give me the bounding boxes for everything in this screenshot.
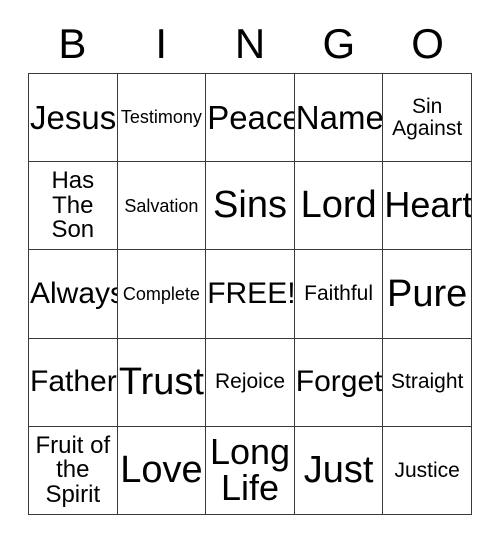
bingo-cell[interactable]: Straight [383,338,472,427]
bingo-cell[interactable]: Testimony [117,74,207,163]
bingo-cell-label: Forget [295,364,383,398]
bingo-cell-label: Justice [394,458,460,482]
bingo-cell-label: Faithful [304,282,374,306]
bingo-cell-label: Rejoice [214,370,286,394]
bingo-cell[interactable]: Fruit of the Spirit [29,426,118,515]
bingo-cell-label: Jesus [30,98,117,136]
bingo-cell[interactable]: Justice [383,426,472,515]
bingo-cell-label: Pure [387,272,468,315]
bingo-cell-label: Salvation [124,195,199,216]
bingo-cell-label: Always [30,276,118,310]
header-letter-b: B [58,19,87,67]
bingo-cell[interactable]: Peace [206,74,295,163]
bingo-cell[interactable]: Lord [294,162,384,251]
bingo-cell-label: Has The Son [51,167,95,244]
bingo-cell[interactable]: Heart [383,162,472,251]
bingo-cell[interactable]: Just [294,426,384,515]
bingo-cell[interactable]: Always [29,250,118,339]
bingo-cell-free[interactable]: FREE! [206,250,295,339]
bingo-cell[interactable]: Father [29,338,118,427]
bingo-cell[interactable]: Name [294,74,384,163]
header-letter-o: O [411,19,444,67]
bingo-cell[interactable]: Jesus [29,74,118,163]
bingo-cell-label: Sin Against [392,95,463,140]
bingo-cell-label: Trust [118,360,204,403]
bingo-cell[interactable]: Pure [383,250,472,339]
bingo-cell-label: Complete [122,283,200,304]
bingo-cell-label: Love [120,449,203,492]
bingo-cell-label: Straight [391,370,464,394]
bingo-cell[interactable]: Sins [206,162,295,251]
bingo-cell[interactable]: Long Life [206,426,295,515]
bingo-cell[interactable]: Love [117,426,207,515]
header-letter-i: I [155,19,168,67]
bingo-cell[interactable]: Forget [294,338,384,427]
bingo-cell-label: Heart [384,184,472,226]
bingo-cell-label: Father [30,364,117,398]
bingo-grid: Jesus Testimony Peace Name Sin Against H… [28,73,472,515]
bingo-cell-label: Testimony [120,107,202,128]
bingo-cell-label: Peace [207,98,295,136]
bingo-cell[interactable]: Sin Against [383,74,472,163]
bingo-cell-label: Name [295,98,384,136]
bingo-cell-label: Sins [213,184,287,227]
bingo-cell[interactable]: Has The Son [29,162,118,251]
bingo-cell[interactable]: Complete [117,250,207,339]
bingo-header: B I N G O [28,14,472,73]
bingo-cell-label: FREE! [207,276,295,310]
bingo-cell[interactable]: Faithful [294,250,384,339]
header-letter-g: G [322,19,356,67]
bingo-cell[interactable]: Salvation [117,162,207,251]
bingo-cell[interactable]: Trust [117,338,207,427]
bingo-cell-label: Just [303,449,374,492]
bingo-card: B I N G O Jesus Testimony Peace Name Sin… [0,0,500,544]
bingo-cell[interactable]: Rejoice [206,338,295,427]
bingo-cell-label: Fruit of the Spirit [35,431,111,508]
bingo-cell-label: Long Life [209,430,291,509]
bingo-cell-label: Lord [300,184,377,227]
header-letter-n: N [234,19,266,67]
